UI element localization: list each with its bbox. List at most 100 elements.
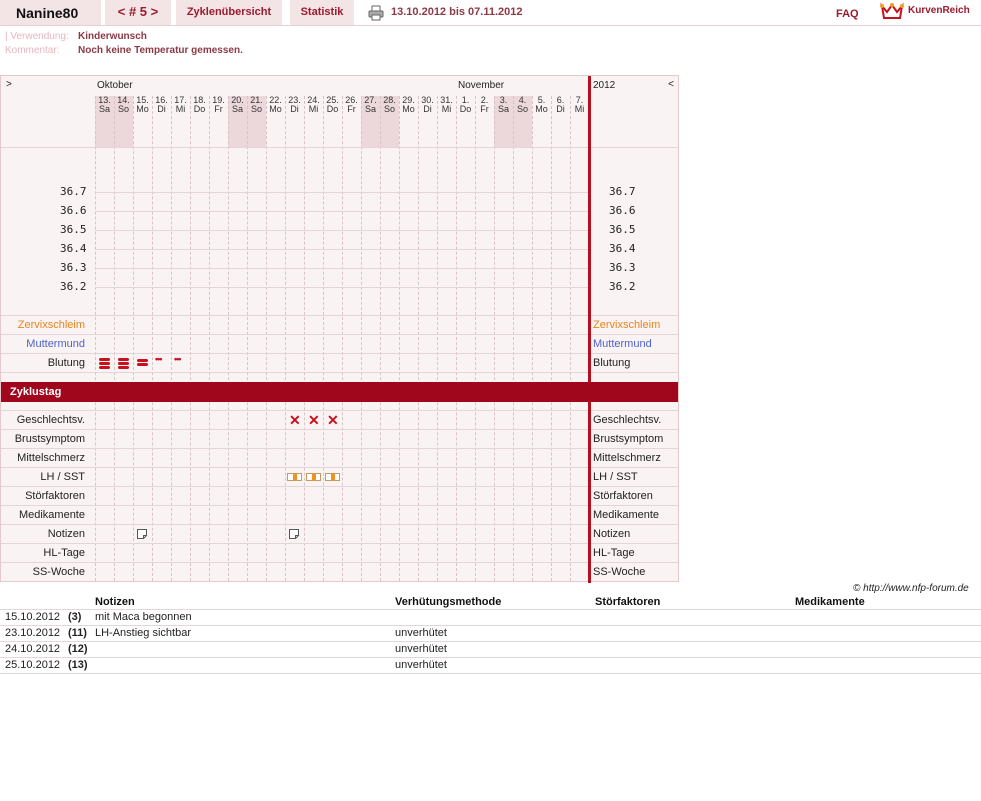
row-cycle-day: (11) <box>68 627 87 639</box>
row-date: 15.10.2012 <box>5 611 61 623</box>
day-header: 4. So <box>513 96 532 114</box>
day-header: 3. Sa <box>494 96 513 114</box>
row-label-right: SS-Woche <box>593 566 646 578</box>
day-header: 21. So <box>247 96 266 114</box>
temperature-label: 36.5 <box>60 223 87 236</box>
kurvenreich-logo-icon[interactable] <box>880 2 904 20</box>
temperature-gridline <box>95 249 588 250</box>
weekday: Di <box>157 104 166 114</box>
bleeding-marker[interactable] <box>99 358 110 370</box>
day-header: 13. Sa <box>95 96 114 114</box>
temperature-gridline <box>95 268 588 269</box>
faq-link[interactable]: FAQ <box>836 8 859 20</box>
header-contraception: Verhütungsmethode <box>395 596 502 608</box>
printer-icon[interactable] <box>368 5 384 21</box>
note-icon[interactable] <box>137 529 147 539</box>
table-row: 23.10.2012 (11) LH-Anstieg sichtbar unverhü… <box>0 626 981 642</box>
row-divider <box>1 543 678 544</box>
day-header: 19. Fr <box>209 96 228 114</box>
row-label: Mittelschmerz <box>17 452 85 464</box>
row-label: SS-Woche <box>32 566 85 578</box>
temperature-gridline <box>95 230 588 231</box>
row-date: 23.10.2012 <box>5 627 61 639</box>
weekday: Mo <box>269 104 282 114</box>
tab-statistics[interactable]: Statistik <box>290 0 354 25</box>
lh-test-icon[interactable] <box>287 473 302 481</box>
row-label-right: Brustsymptom <box>593 433 664 445</box>
row-cycle-day: (3) <box>68 611 82 623</box>
weekday: Fr <box>214 104 223 114</box>
weekday: Mi <box>574 104 585 114</box>
grid-line-vertical <box>190 96 191 581</box>
comment-value: Noch keine Temperatur gemessen. <box>78 45 243 56</box>
row-label-right: Geschlechtsv. <box>593 414 662 426</box>
lh-test-icon[interactable] <box>306 473 321 481</box>
note-icon[interactable] <box>289 529 299 539</box>
row-method: unverhütet <box>395 627 447 639</box>
logo-text[interactable]: KurvenReich <box>908 5 970 16</box>
bleeding-marker[interactable] <box>118 358 129 370</box>
row-cycle-day: (13) <box>68 659 88 671</box>
table-row: 25.10.2012 (13) unverhütet <box>0 658 981 674</box>
username: Nanine80 <box>0 0 101 25</box>
grid-line-vertical <box>361 96 362 581</box>
row-date: 25.10.2012 <box>5 659 61 671</box>
grid-line-vertical <box>152 96 153 581</box>
temperature-gridline <box>95 287 588 288</box>
row-divider <box>1 353 678 354</box>
temperature-label: 36.3 <box>60 261 87 274</box>
temperature-gridline <box>95 192 588 193</box>
temperature-label-right: 36.7 <box>609 185 636 198</box>
weekday: Mo <box>136 104 149 114</box>
next-cycle-arrow[interactable]: < <box>668 79 674 90</box>
temperature-label: 36.6 <box>60 204 87 217</box>
lh-test-icon[interactable] <box>325 473 340 481</box>
weekday: So <box>117 104 129 114</box>
grid-line-vertical <box>551 96 552 581</box>
header-disturbances: Störfaktoren <box>595 596 661 608</box>
grid-line-vertical <box>399 96 400 581</box>
row-label: Störfaktoren <box>25 490 85 502</box>
day-header: 29. Mo <box>399 96 418 114</box>
row-label-right: Blutung <box>593 357 631 369</box>
row-cycle-day: (12) <box>68 643 88 655</box>
weekday: So <box>516 104 528 114</box>
weekday: Di <box>423 104 432 114</box>
grid-line-vertical <box>380 96 381 581</box>
row-divider <box>1 505 678 506</box>
grid-line-vertical <box>266 96 267 581</box>
weekday: Do <box>193 104 206 114</box>
day-header: 18. Do <box>190 96 209 114</box>
weekday: Sa <box>98 104 110 114</box>
day-header: 31. Mi <box>437 96 456 114</box>
temperature-label: 36.2 <box>60 280 87 293</box>
bleeding-spotting-marker[interactable]: ••• <box>155 354 163 364</box>
date-range: 13.10.2012 bis 07.11.2012 <box>391 6 523 18</box>
day-header: 17. Mi <box>171 96 190 114</box>
day-header: 22. Mo <box>266 96 285 114</box>
intercourse-cross-icon[interactable]: ✕ <box>327 413 339 427</box>
row-note: LH-Anstieg sichtbar <box>95 627 191 639</box>
temperature-label-right: 36.5 <box>609 223 636 236</box>
row-divider <box>1 448 678 449</box>
intercourse-cross-icon[interactable]: ✕ <box>289 413 301 427</box>
weekday: Sa <box>231 104 243 114</box>
usage-label: | Verwendung: <box>5 31 69 42</box>
row-label-right: Mittelschmerz <box>593 452 661 464</box>
day-header: 20. Sa <box>228 96 247 114</box>
row-label-right: Muttermund <box>593 338 652 350</box>
intercourse-cross-icon[interactable]: ✕ <box>308 413 320 427</box>
previous-cycle-arrow[interactable]: > <box>6 79 12 90</box>
cycle-switcher[interactable]: < # 5 > <box>105 0 171 25</box>
row-label-right: Störfaktoren <box>593 490 653 502</box>
row-label-right: Zervixschleim <box>593 319 661 331</box>
grid-line-vertical <box>456 96 457 581</box>
lh-test-line <box>331 474 335 480</box>
month-label-october: Oktober <box>97 80 133 91</box>
weekday: Di <box>290 104 299 114</box>
bleeding-marker[interactable] <box>137 359 148 367</box>
bleeding-spotting-marker[interactable]: ••• <box>174 354 182 364</box>
day-header: 15. Mo <box>133 96 152 114</box>
tab-cycle-overview[interactable]: Zyklenübersicht <box>176 0 282 25</box>
day-header: 14. So <box>114 96 133 114</box>
